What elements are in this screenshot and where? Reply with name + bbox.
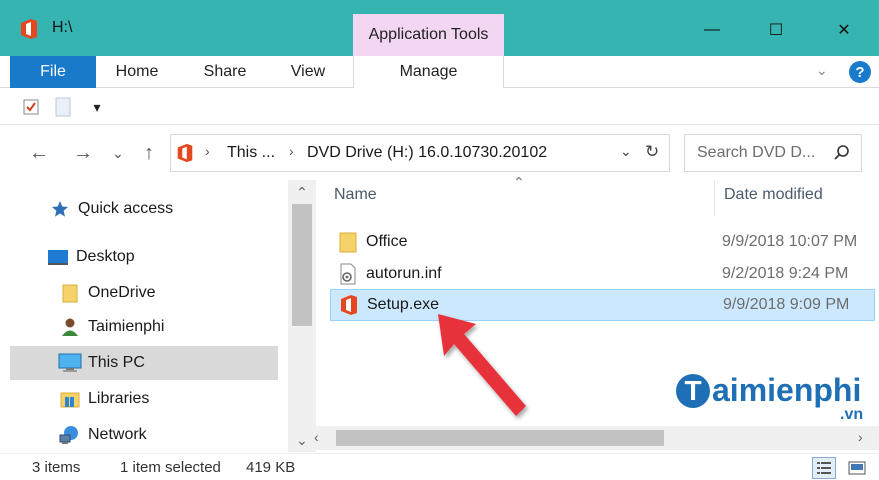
breadcrumb-dvd-drive[interactable]: DVD Drive (H:) 16.0.10730.20102 [307,144,547,162]
annotation-arrow-icon [438,314,526,416]
up-arrow-icon: ↑ [144,141,154,164]
close-button[interactable]: ✕ [822,14,866,46]
settings-file-icon [336,263,360,285]
recent-locations-button[interactable]: ⌄ [108,136,128,170]
address-dropdown-icon[interactable]: ⌄ [620,143,632,160]
nav-item-this-pc[interactable]: This PC [10,346,278,380]
selection-count: 1 item selected [120,459,221,476]
nav-item-label: This PC [88,354,145,371]
search-box[interactable]: Search DVD D... [684,134,862,172]
window-title: H:\ [52,19,73,36]
search-input[interactable]: Search DVD D... [697,144,815,162]
refresh-icon[interactable]: ↻ [645,142,659,162]
file-row-setup[interactable]: Setup.exe 9/9/2018 9:09 PM [330,289,875,321]
close-icon: ✕ [837,22,851,39]
title-bar: H:\ Application Tools — ☐ ✕ [0,0,879,56]
qat-customize-icon[interactable]: ▾ [86,96,108,118]
contextual-tab-group: Application Tools [353,14,504,56]
nav-item-label: Desktop [76,248,135,265]
watermark-domain: .vn [840,406,864,423]
forward-button[interactable]: → [68,136,98,170]
details-view-icon [817,462,831,474]
nav-item-label: OneDrive [88,284,156,301]
computer-icon [58,353,82,373]
nav-item-label: Quick access [78,200,174,217]
properties-button[interactable] [20,96,42,118]
office-logo-icon [177,143,193,163]
quick-access-toolbar: ▾ [0,89,879,125]
minimize-icon: — [704,21,720,38]
maximize-button[interactable]: ☐ [754,14,798,46]
network-icon [58,425,82,445]
sort-ascending-icon: ⌃ [513,174,525,190]
search-icon [834,145,849,160]
tab-home[interactable]: Home [100,56,174,88]
nav-item-libraries[interactable]: Libraries [10,382,278,416]
large-icons-view-button[interactable] [845,457,869,479]
minimize-button[interactable]: — [690,14,734,46]
watermark-t-badge: T [676,374,710,408]
maximize-icon: ☐ [768,22,784,39]
file-name: Setup.exe [367,296,440,313]
forward-arrow-icon: → [73,141,93,164]
nav-item-onedrive[interactable]: OneDrive [10,276,278,310]
file-date: 9/2/2018 9:24 PM [722,265,849,282]
file-row-office[interactable]: Office 9/9/2018 10:07 PM [330,226,875,258]
selection-size: 419 KB [246,459,296,476]
nav-item-label: Network [88,426,147,443]
file-name: autorun.inf [366,265,442,282]
file-row-autorun[interactable]: autorun.inf 9/2/2018 9:24 PM [330,258,875,290]
user-icon [58,317,82,337]
chevron-down-icon: ⌄ [112,144,124,161]
tab-view[interactable]: View [276,56,340,88]
office-logo-icon [21,19,37,39]
back-button[interactable]: ← [24,136,54,170]
new-folder-button[interactable] [52,96,74,118]
libraries-icon [58,389,82,409]
back-arrow-icon: ← [29,141,49,164]
help-icon[interactable]: ? [849,61,871,83]
document-icon [55,97,71,117]
column-header-name[interactable]: Name [334,186,377,204]
watermark-text: aimienphi [712,372,862,408]
breadcrumb-this-pc[interactable]: This ... [227,144,275,162]
tab-file[interactable]: File [10,56,96,88]
up-button[interactable]: ↑ [134,136,164,170]
file-date: 9/9/2018 9:09 PM [723,296,850,313]
column-header-date-modified[interactable]: Date modified [724,186,823,204]
folder-icon [58,283,82,303]
file-name: Office [366,233,408,250]
file-list-horizontal-scrollbar[interactable]: ‹ › [310,426,879,450]
large-icons-view-icon [848,461,866,475]
tab-share[interactable]: Share [190,56,260,88]
desktop-icon [46,247,70,267]
folder-icon [336,231,360,253]
address-bar[interactable]: › This ... › DVD Drive (H:) 16.0.10730.2… [170,134,670,172]
properties-icon [23,99,39,115]
tab-manage[interactable]: Manage [353,56,504,88]
ribbon-tab-row: File Home Share View Manage ⌄ ? [0,56,879,88]
ribbon-expand-icon[interactable]: ⌄ [816,62,828,79]
scrollbar-thumb[interactable] [336,430,664,446]
nav-item-network[interactable]: Network [10,418,278,452]
details-view-button[interactable] [812,457,836,479]
status-bar: 3 items 1 item selected 419 KB [0,453,879,480]
scroll-right-icon[interactable]: › [858,429,863,445]
breadcrumb-separator-icon: › [205,143,210,159]
nav-item-taimienphi[interactable]: Taimienphi [10,310,278,344]
star-icon [48,199,72,219]
nav-item-label: Libraries [88,390,150,407]
nav-item-label: Taimienphi [88,318,165,335]
column-divider[interactable] [714,180,715,216]
breadcrumb-separator-icon: › [289,143,294,159]
item-count: 3 items [32,459,81,476]
watermark-logo: T aimienphi .vn [676,372,876,423]
nav-item-desktop[interactable]: Desktop [10,240,278,274]
office-logo-icon [337,294,361,316]
navigation-pane: Quick access Desktop OneDrive Taimienphi… [10,180,316,452]
scrollbar-thumb[interactable] [292,204,312,326]
file-date: 9/9/2018 10:07 PM [722,233,858,250]
nav-item-quick-access[interactable]: Quick access [10,192,278,226]
scroll-left-icon[interactable]: ‹ [314,429,319,445]
